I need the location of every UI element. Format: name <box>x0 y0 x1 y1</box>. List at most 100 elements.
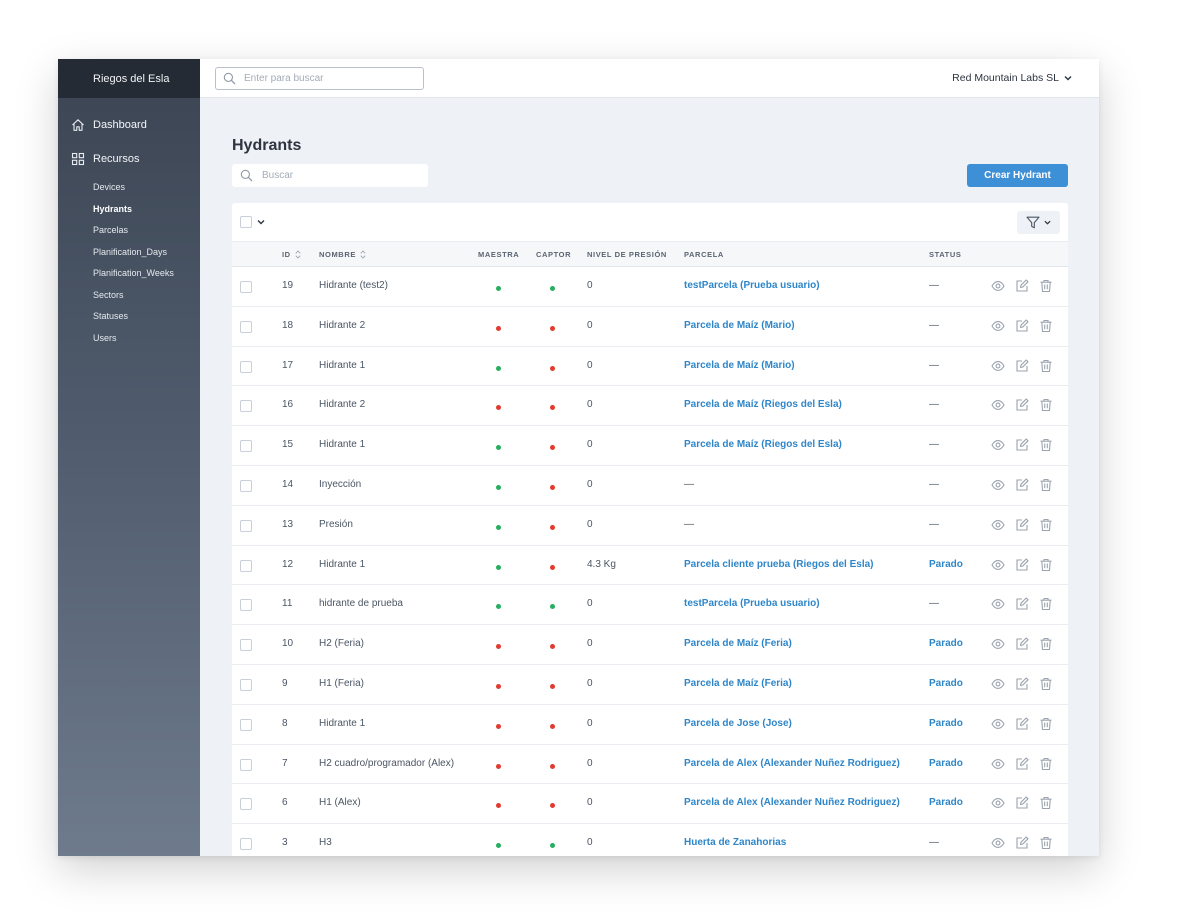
eye-icon[interactable] <box>991 319 1005 333</box>
row-checkbox[interactable] <box>240 559 252 572</box>
trash-icon[interactable] <box>1039 677 1053 691</box>
row-checkbox[interactable] <box>240 678 252 691</box>
sidebar-item-planification-weeks[interactable]: Planification_Weeks <box>93 267 174 289</box>
row-checkbox[interactable] <box>240 519 252 532</box>
select-all-dropdown[interactable] <box>240 216 265 228</box>
trash-icon[interactable] <box>1039 518 1053 532</box>
edit-icon[interactable] <box>1015 319 1029 333</box>
trash-icon[interactable] <box>1039 279 1053 293</box>
cell-parcela-link[interactable]: Huerta de Zanahorias <box>684 837 786 848</box>
eye-icon[interactable] <box>991 796 1005 810</box>
row-checkbox[interactable] <box>240 758 252 771</box>
cell-parcela-link[interactable]: Parcela de Maíz (Feria) <box>684 678 792 689</box>
trash-icon[interactable] <box>1039 558 1053 572</box>
trash-icon[interactable] <box>1039 597 1053 611</box>
table-row: 16 Hidrante 2 0 Parcela de Maíz (Riegos del… <box>232 386 1068 427</box>
sidebar-item-parcelas[interactable]: Parcelas <box>93 224 174 246</box>
edit-icon[interactable] <box>1015 677 1029 691</box>
eye-icon[interactable] <box>991 478 1005 492</box>
sidebar-item-users[interactable]: Users <box>93 332 174 354</box>
row-checkbox[interactable] <box>240 360 252 373</box>
row-checkbox[interactable] <box>240 599 252 612</box>
cell-parcela-link[interactable]: Parcela de Jose (Jose) <box>684 718 792 729</box>
trash-icon[interactable] <box>1039 796 1053 810</box>
eye-icon[interactable] <box>991 677 1005 691</box>
row-checkbox[interactable] <box>240 281 252 293</box>
trash-icon[interactable] <box>1039 637 1053 651</box>
eye-icon[interactable] <box>991 637 1005 651</box>
eye-icon[interactable] <box>991 836 1005 850</box>
row-checkbox[interactable] <box>240 479 252 492</box>
eye-icon[interactable] <box>991 279 1005 293</box>
trash-icon[interactable] <box>1039 717 1053 731</box>
eye-icon[interactable] <box>991 558 1005 572</box>
eye-icon[interactable] <box>991 597 1005 611</box>
trash-icon[interactable] <box>1039 757 1053 771</box>
row-checkbox[interactable] <box>240 639 252 652</box>
cell-parcela-link[interactable]: Parcela de Maíz (Feria) <box>684 638 792 649</box>
eye-icon[interactable] <box>991 757 1005 771</box>
edit-icon[interactable] <box>1015 518 1029 532</box>
sidebar-item-devices[interactable]: Devices <box>93 181 174 203</box>
table-search-input[interactable]: Buscar <box>232 164 428 187</box>
edit-icon[interactable] <box>1015 438 1029 452</box>
cell-parcela-link[interactable]: Parcela de Maíz (Mario) <box>684 320 795 331</box>
sidebar-item-dashboard[interactable]: Dashboard <box>71 118 147 132</box>
edit-icon[interactable] <box>1015 359 1029 373</box>
eye-icon[interactable] <box>991 398 1005 412</box>
trash-icon[interactable] <box>1039 398 1053 412</box>
trash-icon[interactable] <box>1039 438 1053 452</box>
eye-icon[interactable] <box>991 359 1005 373</box>
row-checkbox[interactable] <box>240 718 252 731</box>
sidebar-item-planification-days[interactable]: Planification_Days <box>93 246 174 268</box>
row-checkbox[interactable] <box>240 838 252 851</box>
edit-icon[interactable] <box>1015 757 1029 771</box>
cell-status: Parado <box>929 797 963 809</box>
cell-parcela-link[interactable]: Parcela de Maíz (Riegos del Esla) <box>684 399 842 410</box>
eye-icon[interactable] <box>991 438 1005 452</box>
cell-parcela-link[interactable]: Parcela de Maíz (Riegos del Esla) <box>684 439 842 450</box>
cell-parcela-link[interactable]: Parcela de Alex (Alexander Nuñez Rodrigu… <box>684 758 900 769</box>
cell-status: Parado <box>929 717 963 729</box>
sort-icon <box>295 250 301 259</box>
row-checkbox[interactable] <box>240 320 252 333</box>
select-all-checkbox[interactable] <box>240 216 252 228</box>
brand[interactable]: Riegos del Esla <box>58 59 200 98</box>
edit-icon[interactable] <box>1015 597 1029 611</box>
organization-menu[interactable]: Red Mountain Labs SL <box>952 72 1072 84</box>
filter-button[interactable] <box>1017 211 1060 234</box>
cell-parcela-link[interactable]: Parcela de Alex (Alexander Nuñez Rodrigu… <box>684 797 900 808</box>
chevron-down-icon[interactable] <box>257 218 265 226</box>
eye-icon[interactable] <box>991 518 1005 532</box>
maestra-status-dot <box>496 604 501 610</box>
cell-parcela-link[interactable]: testParcela (Prueba usuario) <box>684 598 820 609</box>
edit-icon[interactable] <box>1015 478 1029 492</box>
row-checkbox[interactable] <box>240 440 252 453</box>
trash-icon[interactable] <box>1039 319 1053 333</box>
edit-icon[interactable] <box>1015 558 1029 572</box>
cell-parcela-link[interactable]: testParcela (Prueba usuario) <box>684 280 820 291</box>
create-hydrant-button[interactable]: Crear Hydrant <box>967 164 1068 187</box>
edit-icon[interactable] <box>1015 637 1029 651</box>
trash-icon[interactable] <box>1039 359 1053 373</box>
edit-icon[interactable] <box>1015 717 1029 731</box>
column-header-nombre[interactable]: NOMBRE <box>319 250 366 259</box>
edit-icon[interactable] <box>1015 796 1029 810</box>
column-header-id[interactable]: ID <box>282 250 301 259</box>
eye-icon[interactable] <box>991 717 1005 731</box>
row-checkbox[interactable] <box>240 400 252 413</box>
sidebar-item-hydrants[interactable]: Hydrants <box>93 203 174 225</box>
sidebar-item-statuses[interactable]: Statuses <box>93 310 174 332</box>
cell-parcela-link[interactable]: Parcela cliente prueba (Riegos del Esla) <box>684 559 874 570</box>
cell-status: — <box>929 280 939 291</box>
cell-parcela-link[interactable]: Parcela de Maíz (Mario) <box>684 360 795 371</box>
edit-icon[interactable] <box>1015 836 1029 850</box>
sidebar-item-sectors[interactable]: Sectors <box>93 289 174 311</box>
sidebar-item-recursos[interactable]: Recursos <box>71 152 139 166</box>
edit-icon[interactable] <box>1015 398 1029 412</box>
trash-icon[interactable] <box>1039 836 1053 850</box>
trash-icon[interactable] <box>1039 478 1053 492</box>
row-checkbox[interactable] <box>240 798 252 811</box>
edit-icon[interactable] <box>1015 279 1029 293</box>
global-search-input[interactable]: Enter para buscar <box>215 67 424 90</box>
